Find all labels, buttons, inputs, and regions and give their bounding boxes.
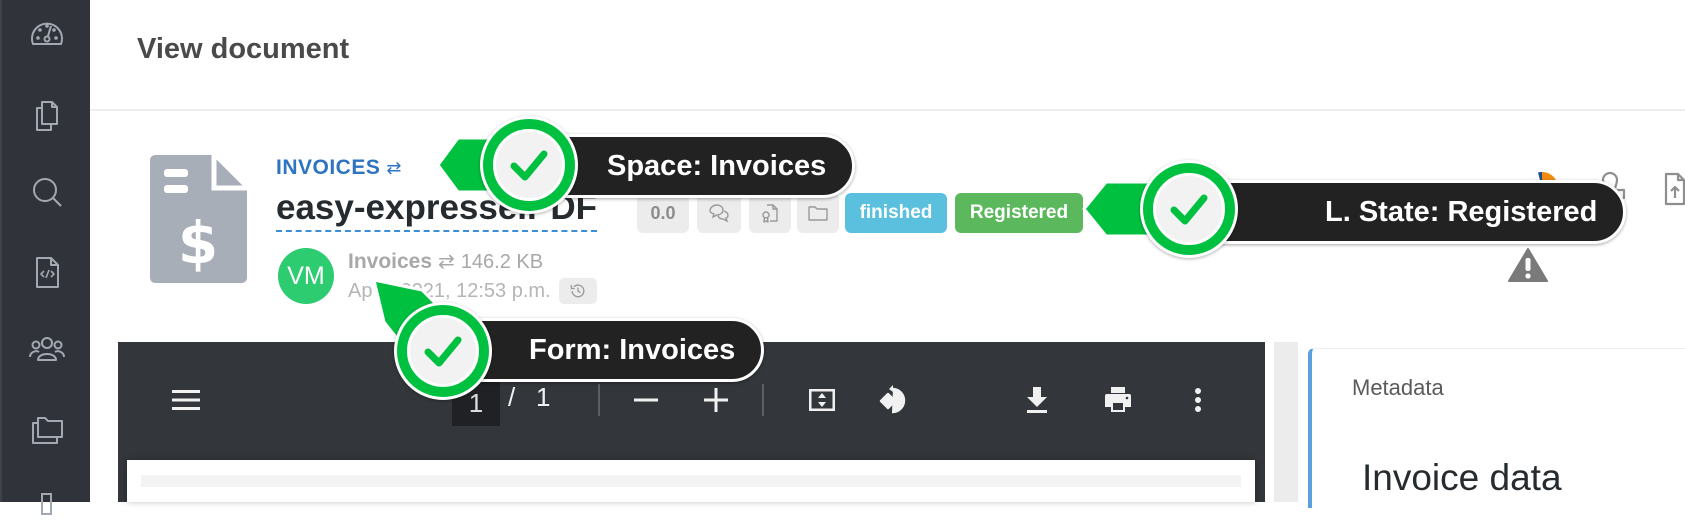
sidebar-item-users[interactable] (23, 326, 71, 374)
lifecycle-state-badge: Registered (955, 193, 1083, 233)
comments-icon (709, 204, 729, 223)
users-group-icon (29, 337, 65, 361)
warning-icon[interactable] (1508, 248, 1548, 282)
download-button[interactable] (1015, 378, 1059, 422)
rating-chip[interactable]: 0.0 (637, 193, 689, 233)
checkmark-icon (1170, 194, 1208, 225)
hamburger-menu-icon (172, 390, 200, 410)
checkmark-icon (510, 150, 548, 181)
date-info: Ap 2021, 12:53 p.m. (348, 278, 597, 304)
upload-file-button[interactable] (1660, 170, 1685, 210)
document-name[interactable]: easy-expresse.PDF (276, 188, 598, 232)
svg-text:$: $ (178, 209, 218, 277)
pie-chart-icon (1538, 171, 1556, 188)
stamp-button[interactable] (1590, 170, 1630, 210)
folder-icon (808, 206, 828, 221)
callout-pointer (1082, 180, 1172, 238)
swap-arrows-icon[interactable]: ⇄ (386, 158, 402, 179)
document-date: Ap 2021, 12:53 p.m. (348, 279, 551, 302)
form-link[interactable]: Invoices (348, 250, 432, 274)
sidebar-item-forms[interactable] (23, 248, 71, 296)
vertical-dots-icon (1195, 388, 1201, 412)
metadata-panel: Metadata Invoice data (1308, 348, 1685, 508)
file-size: 146.2 KB (460, 251, 544, 273)
zoom-out-button[interactable] (624, 378, 668, 422)
toolbar-divider (762, 384, 764, 416)
file-upload-icon (1664, 172, 1685, 206)
history-button[interactable] (558, 278, 597, 304)
status-badge: finished (845, 193, 947, 233)
chart-button[interactable] (1522, 168, 1562, 208)
fit-page-icon (809, 389, 835, 411)
page-header: View document (90, 0, 1685, 111)
fit-page-button[interactable] (800, 378, 844, 422)
page-title: View document (137, 33, 350, 65)
speedometer-icon (31, 22, 63, 45)
zoom-in-button[interactable] (694, 378, 738, 422)
stamp-icon (1594, 171, 1626, 204)
plus-icon (704, 388, 728, 412)
print-button[interactable] (1096, 378, 1140, 422)
folder-button[interactable] (797, 193, 839, 233)
rotate-button[interactable] (872, 378, 916, 422)
download-icon (1027, 387, 1047, 413)
certificate-button[interactable] (749, 193, 791, 233)
sidebar-item-search[interactable] (23, 168, 71, 216)
invoice-file-icon: $ (150, 155, 247, 283)
pdf-viewer: 1 / 1 (118, 342, 1265, 502)
invoice-data-heading: Invoice data (1362, 457, 1562, 498)
sidebar (0, 0, 90, 515)
minus-icon (634, 398, 658, 402)
page-number-input[interactable]: 1 (452, 380, 500, 426)
pdf-page (127, 460, 1255, 502)
callout-pointer (436, 136, 516, 194)
form-info: Invoices ⇄ 146.2 KB (348, 249, 543, 274)
pdf-page-content (141, 475, 1241, 487)
swap-arrows-icon[interactable]: ⇄ (438, 249, 455, 274)
copy-documents-icon (36, 101, 58, 131)
sidebar-item-more[interactable] (23, 478, 71, 526)
avatar: VM (278, 248, 334, 304)
sidebar-item-documents[interactable] (23, 90, 71, 138)
sidebar-item-dashboard[interactable] (23, 10, 71, 58)
sidebar-item-folders[interactable] (23, 404, 71, 452)
history-icon (570, 284, 585, 298)
annotation-lifecycle-state: L. State: Registered (1082, 158, 1627, 268)
partial-icon (41, 493, 52, 515)
pdf-toolbar: 1 / 1 (118, 342, 1265, 460)
space-link[interactable]: INVOICES ⇄ (276, 156, 402, 180)
comments-button[interactable] (697, 193, 741, 233)
page-separator: / (508, 382, 516, 412)
folders-icon (32, 417, 63, 444)
scroll-gutter (1274, 342, 1298, 502)
toolbar-divider (598, 384, 600, 416)
page-total: 1 (536, 382, 551, 412)
printer-icon (1105, 387, 1131, 412)
search-icon (33, 178, 62, 207)
certificate-file-icon (762, 204, 778, 223)
rotate-counterclockwise-icon (879, 385, 906, 414)
metadata-title: Metadata (1352, 375, 1444, 400)
more-options-button[interactable] (1176, 378, 1220, 422)
space-name: INVOICES (276, 156, 381, 179)
menu-button[interactable] (164, 378, 208, 422)
code-file-icon (36, 257, 59, 288)
annotation-bubble (1140, 160, 1238, 258)
